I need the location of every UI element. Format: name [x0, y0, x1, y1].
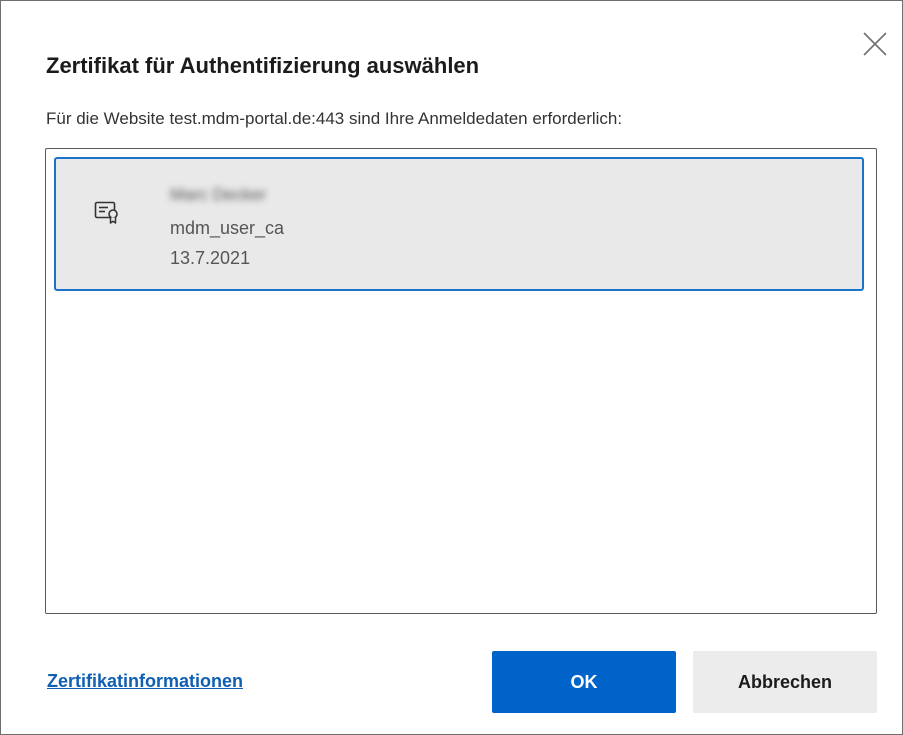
ok-button[interactable]: OK: [492, 651, 676, 713]
cancel-button[interactable]: Abbrechen: [693, 651, 877, 713]
close-icon: [863, 32, 887, 56]
certificate-list-item[interactable]: Marc Decker mdm_user_ca 13.7.2021: [54, 157, 864, 291]
certificate-info-link[interactable]: Zertifikatinformationen: [47, 671, 243, 692]
close-button[interactable]: [862, 31, 888, 57]
certificate-date: 13.7.2021: [170, 248, 251, 268]
certificate-name: Marc Decker: [170, 185, 267, 204]
certificate-icon: [94, 199, 120, 225]
dialog-subtitle: Für die Website test.mdm-portal.de:443 s…: [46, 109, 623, 128]
dialog-title: Zertifikat für Authentifizierung auswähl…: [46, 53, 480, 78]
certificate-dialog: Zertifikat für Authentifizierung auswähl…: [0, 0, 903, 735]
certificate-list[interactable]: Marc Decker mdm_user_ca 13.7.2021: [45, 148, 877, 614]
certificate-issuer: mdm_user_ca: [170, 218, 285, 238]
